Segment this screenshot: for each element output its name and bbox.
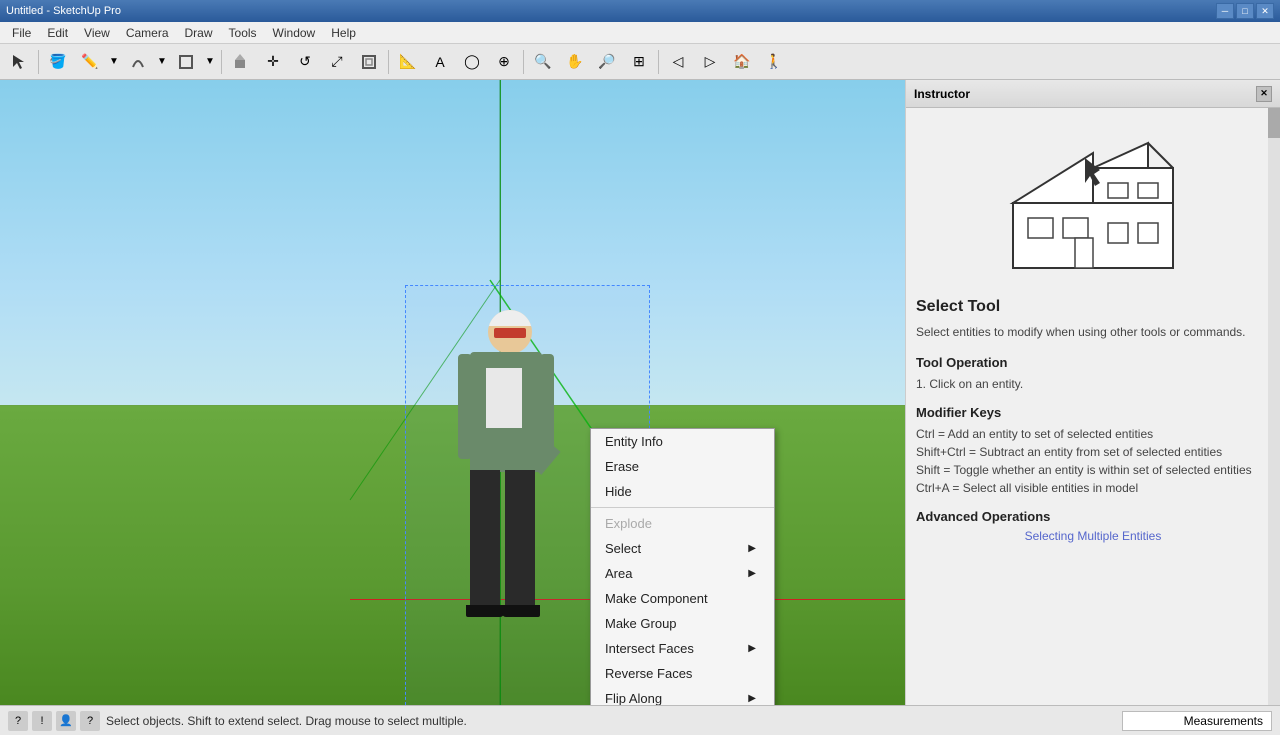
instructor-close-button[interactable]: ✕: [1256, 86, 1272, 102]
scale-tool-button[interactable]: ⤢: [322, 48, 352, 76]
pencil-drop-button[interactable]: ▼: [107, 48, 121, 76]
status-icon-warning[interactable]: !: [32, 711, 52, 731]
instructor-title: Instructor: [914, 87, 970, 101]
instructor-op-text: 1. Click on an entity.: [916, 375, 1023, 393]
push-pull-button[interactable]: [226, 48, 256, 76]
main-area: Entity Info Erase Hide Explode Select ▶ …: [0, 80, 1280, 705]
std-view-button[interactable]: 🏠: [727, 48, 757, 76]
zoom-window-button[interactable]: ⊞: [624, 48, 654, 76]
ctx-make-group[interactable]: Make Group: [591, 611, 774, 636]
menu-view[interactable]: View: [76, 24, 118, 42]
menu-draw[interactable]: Draw: [177, 24, 221, 42]
figure-leg-left: [470, 470, 500, 610]
ctx-select[interactable]: Select ▶: [591, 536, 774, 561]
next-view-button[interactable]: ▷: [695, 48, 725, 76]
ctx-area[interactable]: Area ▶: [591, 561, 774, 586]
titlebar: Untitled - SketchUp Pro ─ □ ✕: [0, 0, 1280, 22]
toolbar-separator-5: [658, 50, 659, 74]
arc-drop-button[interactable]: ▼: [155, 48, 169, 76]
tape-tool-button[interactable]: 📐: [393, 48, 423, 76]
ctx-explode[interactable]: Explode: [591, 511, 774, 536]
ctx-flip-along[interactable]: Flip Along ▶: [591, 686, 774, 705]
status-text: Select objects. Shift to extend select. …: [106, 714, 1116, 728]
figure-head: [488, 310, 532, 354]
status-icon-info[interactable]: ?: [8, 711, 28, 731]
menu-file[interactable]: File: [4, 24, 39, 42]
zoom-tool-button[interactable]: 🔎: [592, 48, 622, 76]
rotate-tool-button[interactable]: ↺: [290, 48, 320, 76]
instructor-tool-desc: Select entities to modify when using oth…: [916, 324, 1246, 341]
ctx-reverse-faces[interactable]: Reverse Faces: [591, 661, 774, 686]
toolbar: 🪣 ✏️ ▼ ▼ ▼ ✛ ↺ ⤢ 📐 A ◯ ⊕ 🔍 ✋ 🔎 ⊞ ◁ ▷ 🏠 🚶: [0, 44, 1280, 80]
status-icon-user[interactable]: 👤: [56, 711, 76, 731]
pan-tool-button[interactable]: ✋: [560, 48, 590, 76]
menu-window[interactable]: Window: [265, 24, 324, 42]
instructor-adv-title: Advanced Operations: [916, 509, 1050, 524]
instructor-scrollbar-track[interactable]: [1268, 108, 1280, 705]
menu-tools[interactable]: Tools: [221, 24, 265, 42]
context-menu: Entity Info Erase Hide Explode Select ▶ …: [590, 428, 775, 705]
ctx-hide[interactable]: Hide: [591, 479, 774, 504]
protractor-tool-button[interactable]: ◯: [457, 48, 487, 76]
instructor-adv-link[interactable]: Selecting Multiple Entities: [1025, 529, 1162, 543]
window-controls[interactable]: ─ □ ✕: [1216, 3, 1274, 19]
house-illustration: [993, 128, 1193, 278]
ctx-area-arrow: ▶: [748, 568, 756, 579]
menubar: File Edit View Camera Draw Tools Window …: [0, 22, 1280, 44]
maximize-button[interactable]: □: [1236, 3, 1254, 19]
close-button[interactable]: ✕: [1256, 3, 1274, 19]
measurements-label: Measurements: [1184, 714, 1263, 728]
instructor-scrollbar-thumb[interactable]: [1268, 108, 1280, 138]
instructor-content: Select Tool Select entities to modify wh…: [906, 108, 1280, 705]
ctx-intersect-arrow: ▶: [748, 643, 756, 654]
pencil-tool-button[interactable]: ✏️: [75, 48, 105, 76]
human-figure: [460, 310, 560, 705]
toolbar-separator-3: [388, 50, 389, 74]
figure-chest: [486, 368, 522, 428]
toolbar-separator-2: [221, 50, 222, 74]
ctx-erase[interactable]: Erase: [591, 454, 774, 479]
viewport[interactable]: Entity Info Erase Hide Explode Select ▶ …: [0, 80, 905, 705]
ctx-flip-arrow: ▶: [748, 693, 756, 704]
prev-view-button[interactable]: ◁: [663, 48, 693, 76]
arc-tool-button[interactable]: [123, 48, 153, 76]
axes-tool-button[interactable]: ⊕: [489, 48, 519, 76]
toolbar-separator-4: [523, 50, 524, 74]
orbit-tool-button[interactable]: 🔍: [528, 48, 558, 76]
toolbar-separator-1: [38, 50, 39, 74]
select-tool-button[interactable]: [4, 48, 34, 76]
shape-drop-button[interactable]: ▼: [203, 48, 217, 76]
ctx-separator-1: [591, 507, 774, 508]
instructor-op-title: Tool Operation: [916, 355, 1007, 370]
app-title: Untitled - SketchUp Pro: [6, 5, 121, 17]
figure-shoe-left: [466, 605, 504, 617]
figure-shoe-right: [502, 605, 540, 617]
instructor-mod-title: Modifier Keys: [916, 405, 1001, 420]
ctx-select-arrow: ▶: [748, 543, 756, 554]
statusbar: ? ! 👤 ? Select objects. Shift to extend …: [0, 705, 1280, 735]
figure-arm-left: [458, 354, 472, 459]
instructor-panel: Instructor ✕: [905, 80, 1280, 705]
instructor-header: Instructor ✕: [906, 80, 1280, 108]
menu-camera[interactable]: Camera: [118, 24, 177, 42]
ctx-entity-info[interactable]: Entity Info: [591, 429, 774, 454]
offset-tool-button[interactable]: [354, 48, 384, 76]
figure-leg-right: [505, 470, 535, 610]
dimension-tool-button[interactable]: A: [425, 48, 455, 76]
status-icon-help[interactable]: ?: [80, 711, 100, 731]
statusbar-icons: ? ! 👤 ?: [8, 711, 100, 731]
menu-help[interactable]: Help: [323, 24, 364, 42]
minimize-button[interactable]: ─: [1216, 3, 1234, 19]
ctx-make-component[interactable]: Make Component: [591, 586, 774, 611]
menu-edit[interactable]: Edit: [39, 24, 76, 42]
instructor-mod-text: Ctrl = Add an entity to set of selected …: [916, 425, 1252, 497]
paint-tool-button[interactable]: 🪣: [43, 48, 73, 76]
shape-tool-button[interactable]: [171, 48, 201, 76]
ctx-intersect-faces[interactable]: Intersect Faces ▶: [591, 636, 774, 661]
instructor-tool-title: Select Tool: [916, 298, 1000, 316]
walkthrough-button[interactable]: 🚶: [759, 48, 789, 76]
measurements-area: Measurements: [1122, 711, 1272, 731]
move-tool-button[interactable]: ✛: [258, 48, 288, 76]
